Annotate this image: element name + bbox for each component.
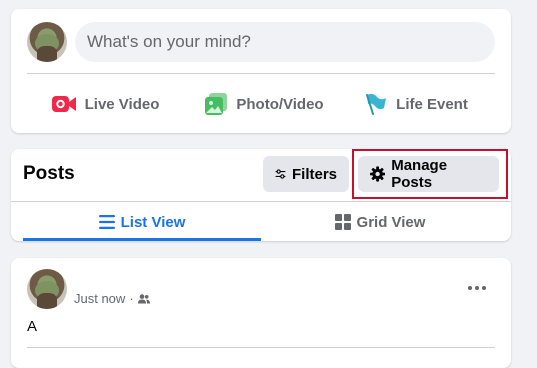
status-input[interactable] — [75, 22, 495, 62]
tab-grid-view-label: Grid View — [356, 213, 426, 231]
photo-video-label: Photo/Video — [236, 95, 324, 113]
tab-list-view-label: List View — [120, 213, 186, 231]
tab-grid-view[interactable]: Grid View — [261, 203, 499, 241]
separator-dot: · — [129, 291, 134, 306]
create-post-card: Live Video Photo/Video Life Event — [11, 9, 511, 133]
more-options-button[interactable] — [463, 278, 491, 298]
life-event-button[interactable]: Life Event — [357, 84, 475, 124]
photo-icon — [205, 93, 228, 115]
active-tab-indicator — [23, 238, 261, 241]
friends-icon[interactable] — [137, 293, 150, 304]
post-card: Just now · A — [11, 258, 511, 368]
filters-button[interactable]: Filters — [263, 156, 349, 192]
tab-list-view[interactable]: List View — [23, 203, 261, 241]
divider — [11, 201, 511, 202]
divider — [27, 73, 495, 74]
gear-icon — [370, 166, 386, 182]
manage-posts-button[interactable]: Manage Posts — [358, 156, 499, 192]
life-event-label: Life Event — [396, 95, 468, 113]
posts-header-card: Posts Filters Manage Posts List View Gri… — [11, 149, 511, 241]
filters-icon — [275, 169, 286, 179]
post-meta: Just now · — [74, 291, 150, 306]
live-video-label: Live Video — [84, 95, 160, 113]
post-timestamp[interactable]: Just now — [74, 291, 125, 306]
posts-title: Posts — [23, 163, 75, 184]
flag-icon — [366, 93, 387, 115]
avatar[interactable] — [27, 269, 67, 309]
live-video-icon — [51, 96, 76, 112]
avatar[interactable] — [27, 22, 67, 62]
filters-label: Filters — [291, 165, 337, 183]
divider — [27, 347, 495, 348]
post-text: A — [27, 318, 38, 335]
live-video-button[interactable]: Live Video — [41, 84, 169, 124]
photo-video-button[interactable]: Photo/Video — [191, 84, 337, 124]
manage-posts-label: Manage Posts — [391, 157, 448, 191]
grid-icon — [334, 214, 351, 230]
more-icon — [468, 286, 486, 290]
list-icon — [98, 215, 115, 229]
